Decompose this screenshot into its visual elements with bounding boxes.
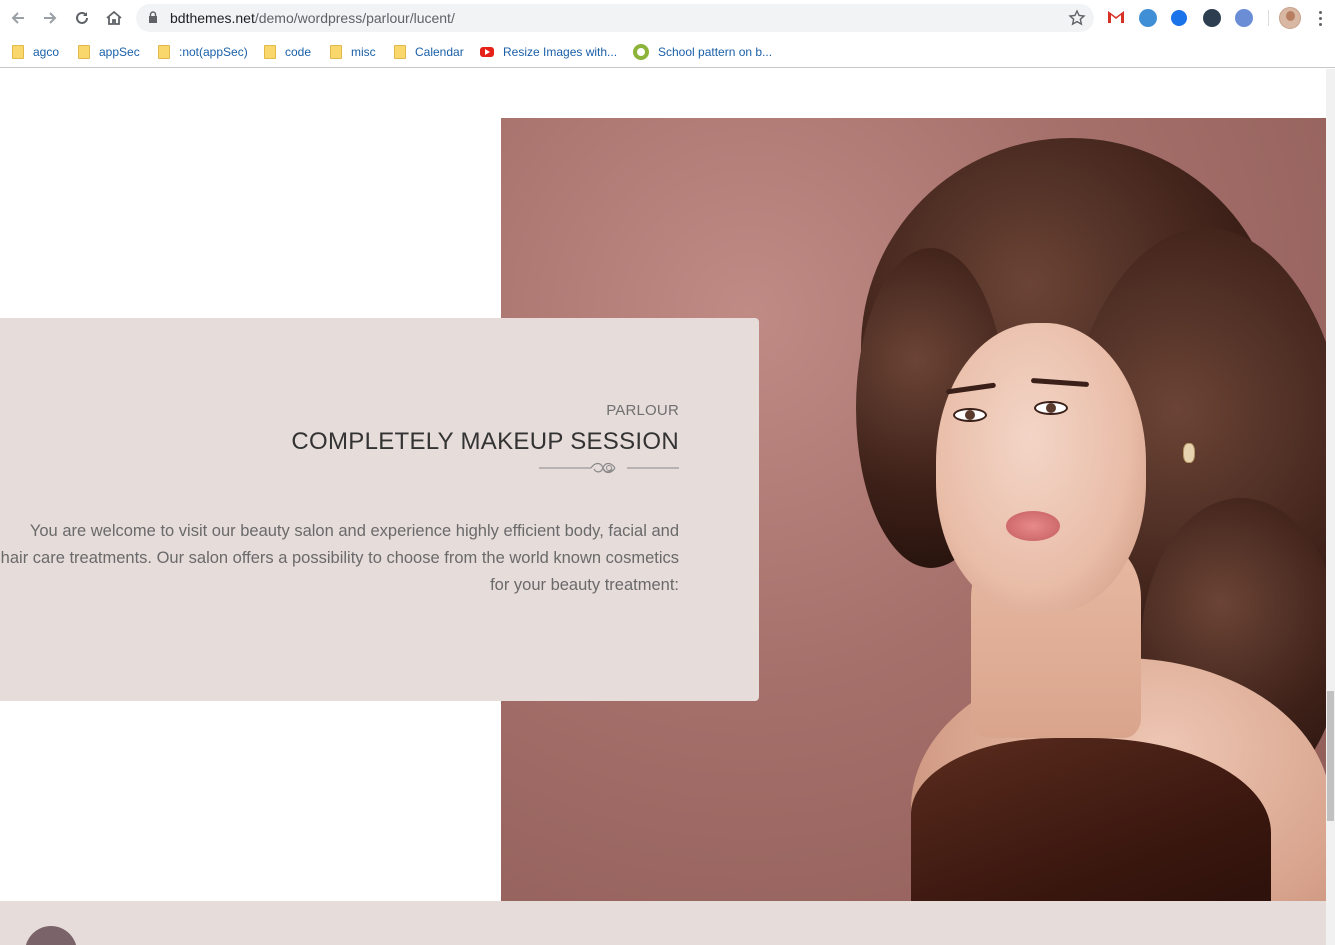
section-title: COMPLETELY MAKEUP SESSION bbox=[291, 428, 679, 455]
bookmark-label: School pattern on b... bbox=[658, 45, 773, 59]
forward-arrow-icon bbox=[44, 12, 57, 24]
face-shape bbox=[936, 323, 1146, 613]
url-host: bdthemes.net bbox=[170, 10, 255, 26]
next-section-band bbox=[0, 901, 1326, 945]
url-path: /demo/wordpress/parlour/lucent/ bbox=[254, 10, 455, 26]
bookmark-code[interactable]: code bbox=[264, 43, 311, 61]
bookmark-label: Resize Images with... bbox=[503, 45, 618, 59]
bookmark-misc[interactable]: misc bbox=[330, 43, 376, 61]
makeup-session-card: PARLOUR COMPLETELY MAKEUP SESSION You ar… bbox=[0, 318, 759, 701]
page-viewport: PARLOUR COMPLETELY MAKEUP SESSION You ar… bbox=[0, 69, 1335, 945]
lock-icon bbox=[149, 11, 157, 23]
bookmark-school-pattern[interactable]: School pattern on b... bbox=[633, 43, 772, 61]
folder-icon bbox=[330, 45, 342, 59]
section-kicker: PARLOUR bbox=[606, 402, 679, 419]
check-extension-icon[interactable] bbox=[1171, 10, 1187, 26]
folder-icon bbox=[12, 45, 24, 59]
bookmarks-bar: agco appSec :not(appSec) code misc Calen… bbox=[0, 36, 1335, 68]
lips-shape bbox=[1006, 511, 1060, 541]
reload-icon bbox=[76, 11, 88, 24]
youtube-icon bbox=[480, 47, 494, 57]
toolbar-separator bbox=[1268, 10, 1269, 26]
bookmark-agco[interactable]: agco bbox=[12, 43, 59, 61]
browser-toolbar: bdthemes.net/demo/wordpress/parlour/luce… bbox=[0, 0, 1335, 36]
gmail-icon[interactable] bbox=[1107, 9, 1125, 27]
bookmark-label: agco bbox=[33, 45, 60, 59]
home-icon bbox=[106, 10, 122, 25]
earring-shape bbox=[1183, 443, 1195, 463]
folder-icon bbox=[264, 45, 276, 59]
folder-icon bbox=[78, 45, 90, 59]
section-description: You are welcome to visit our beauty salo… bbox=[0, 522, 679, 594]
bookmark-resize-images[interactable]: Resize Images with... bbox=[480, 43, 617, 61]
bookmark-label: misc bbox=[351, 45, 376, 59]
forward-button[interactable] bbox=[38, 6, 62, 30]
page-scrollbar[interactable] bbox=[1326, 69, 1335, 945]
bookmark-star-icon[interactable] bbox=[1068, 9, 1086, 27]
eye-shape bbox=[953, 408, 987, 422]
bookmark-not-appsec[interactable]: :not(appSec) bbox=[158, 43, 248, 61]
address-bar[interactable]: bdthemes.net/demo/wordpress/parlour/luce… bbox=[136, 4, 1094, 32]
bookmark-label: appSec bbox=[99, 45, 140, 59]
eye-shape bbox=[1034, 401, 1068, 415]
browser-menu-button[interactable] bbox=[1312, 8, 1328, 28]
reload-button[interactable] bbox=[70, 6, 94, 30]
back-button[interactable] bbox=[6, 6, 30, 30]
scrollbar-thumb[interactable] bbox=[1327, 691, 1334, 821]
bookmark-label: :not(appSec) bbox=[179, 45, 248, 59]
ornament-divider-icon bbox=[539, 462, 679, 474]
folder-icon bbox=[394, 45, 406, 59]
folder-icon bbox=[158, 45, 170, 59]
bookmark-label: code bbox=[285, 45, 312, 59]
globe-extension-icon[interactable] bbox=[1139, 9, 1157, 27]
site-icon bbox=[633, 44, 649, 60]
profile-avatar[interactable] bbox=[1279, 7, 1301, 29]
bookmark-calendar[interactable]: Calendar bbox=[394, 43, 464, 61]
bookmark-label: Calendar bbox=[415, 45, 464, 59]
back-arrow-icon bbox=[11, 12, 24, 24]
k-extension-icon[interactable] bbox=[1203, 9, 1221, 27]
bookmark-appsec[interactable]: appSec bbox=[78, 43, 140, 61]
home-button[interactable] bbox=[102, 6, 126, 30]
url-text[interactable]: bdthemes.net/demo/wordpress/parlour/luce… bbox=[170, 10, 455, 26]
shield-extension-icon[interactable] bbox=[1235, 9, 1253, 27]
